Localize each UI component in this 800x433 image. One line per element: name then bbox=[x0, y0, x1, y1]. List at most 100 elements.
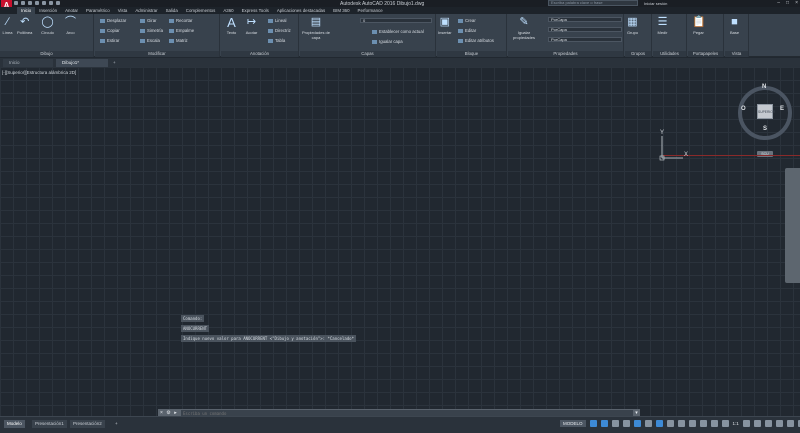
mirror-button[interactable]: Simetría bbox=[140, 28, 163, 33]
otrack-icon[interactable] bbox=[666, 420, 674, 427]
compass-south[interactable]: S bbox=[763, 126, 767, 132]
transparency-icon[interactable] bbox=[688, 420, 696, 427]
tab-model[interactable]: Modelo bbox=[4, 420, 25, 428]
model-space-button[interactable]: MODELO bbox=[560, 420, 586, 427]
match-layer-button[interactable]: Igualar capa bbox=[372, 39, 403, 44]
selection-cycling-icon[interactable] bbox=[699, 420, 707, 427]
tab-layout2[interactable]: Presentación2 bbox=[70, 420, 105, 428]
plus-icon[interactable] bbox=[753, 420, 761, 427]
infer-icon[interactable] bbox=[611, 420, 619, 427]
panel-label-dibujo[interactable]: Dibujo bbox=[0, 51, 93, 57]
close-icon[interactable]: × bbox=[795, 0, 798, 6]
workspace-gear-icon[interactable] bbox=[742, 420, 750, 427]
color-dropdown[interactable]: PorCapa bbox=[548, 17, 622, 22]
move-button[interactable]: Desplazar bbox=[100, 18, 126, 23]
panel-label-grupos[interactable]: Grupos bbox=[625, 51, 651, 57]
panel-label-portapapeles[interactable]: Portapapeles bbox=[688, 51, 723, 57]
new-doc-button[interactable]: + bbox=[111, 59, 120, 67]
print-icon[interactable] bbox=[42, 1, 46, 5]
isodraft-icon[interactable] bbox=[644, 420, 652, 427]
set-current-button[interactable]: Establecer como actual bbox=[372, 29, 424, 34]
scale-button[interactable]: Escala bbox=[140, 38, 160, 43]
panel-label-capas[interactable]: Capas bbox=[300, 51, 435, 57]
paste-button[interactable]: 📋 Pegar bbox=[692, 16, 706, 35]
layer-properties-button[interactable]: ▤ Propiedades de capa bbox=[301, 16, 331, 40]
clean-screen-icon[interactable] bbox=[786, 420, 794, 427]
isolate-icon[interactable] bbox=[764, 420, 772, 427]
array-button[interactable]: Matriz bbox=[169, 38, 188, 43]
fillet-button[interactable]: Empalme bbox=[169, 28, 194, 33]
undo-icon[interactable] bbox=[49, 1, 53, 5]
search-input[interactable]: Escriba palabra clave o frase bbox=[548, 0, 638, 6]
layer-dropdown[interactable]: 0 bbox=[360, 18, 432, 23]
tab-vista[interactable]: Vista bbox=[114, 7, 132, 14]
grid-icon[interactable] bbox=[589, 420, 597, 427]
tab-anotar[interactable]: Anotar bbox=[61, 7, 82, 14]
panel-label-utilidades[interactable]: Utilidades bbox=[653, 51, 686, 57]
navigation-bar[interactable] bbox=[785, 168, 800, 283]
doc-tab-drawing[interactable]: Dibujo1* bbox=[56, 59, 108, 67]
viewport-controls[interactable]: [-][Superior][Estructura alámbrica 2D] bbox=[2, 70, 76, 75]
tab-parametrico[interactable]: Paramétrico bbox=[82, 7, 114, 14]
dimension-button[interactable]: ↦ Acotar bbox=[245, 16, 258, 35]
annotation-visibility-icon[interactable] bbox=[710, 420, 718, 427]
circle-button[interactable]: ◯ Círculo bbox=[41, 16, 54, 35]
saveas-icon[interactable] bbox=[35, 1, 39, 5]
create-block-button[interactable]: Crear bbox=[458, 18, 476, 23]
redo-icon[interactable] bbox=[56, 1, 60, 5]
tab-a360[interactable]: A360 bbox=[219, 7, 237, 14]
rotate-button[interactable]: Girar bbox=[140, 18, 157, 23]
tab-aplicaciones[interactable]: Aplicaciones destacadas bbox=[273, 7, 329, 14]
tab-layout1[interactable]: Presentación1 bbox=[32, 420, 67, 428]
hardware-acceleration-icon[interactable] bbox=[775, 420, 783, 427]
text-button[interactable]: A Texto bbox=[225, 16, 238, 35]
tab-inicio[interactable]: Inicio bbox=[17, 7, 36, 14]
match-properties-button[interactable]: ✎ Igualar propiedades bbox=[509, 16, 539, 40]
tab-salida[interactable]: Salida bbox=[162, 7, 182, 14]
tab-bim360[interactable]: BIM 360 bbox=[329, 7, 353, 14]
drawing-canvas[interactable]: [-][Superior][Estructura alámbrica 2D] bbox=[0, 67, 800, 416]
auto-scale-icon[interactable] bbox=[721, 420, 729, 427]
panel-label-vista[interactable]: Vista bbox=[725, 51, 748, 57]
panel-label-bloque[interactable]: Bloque bbox=[437, 51, 506, 57]
minimize-icon[interactable]: – bbox=[777, 0, 780, 6]
arc-button[interactable]: ⌒ Arco bbox=[64, 16, 77, 35]
tab-administrar[interactable]: Administrar bbox=[131, 7, 161, 14]
group-button[interactable]: ▦ Grupo bbox=[626, 16, 639, 35]
tab-express-tools[interactable]: Express Tools bbox=[238, 7, 273, 14]
edit-attributes-button[interactable]: Editar atributos bbox=[458, 38, 494, 43]
base-view-button[interactable]: ■ Base bbox=[728, 16, 741, 35]
compass-north[interactable]: N bbox=[762, 84, 766, 90]
lineweight-icon[interactable] bbox=[677, 420, 685, 427]
signin-link[interactable]: Iniciar sesión bbox=[644, 1, 667, 6]
insert-button[interactable]: ▣ Insertar bbox=[438, 16, 452, 35]
lineweight-dropdown[interactable]: PorCapa bbox=[548, 37, 622, 42]
annotation-scale[interactable]: 1:1 bbox=[733, 421, 739, 426]
maximize-icon[interactable]: □ bbox=[786, 0, 789, 6]
polar-icon[interactable] bbox=[633, 420, 641, 427]
linetype-dropdown[interactable]: PorCapa bbox=[548, 27, 622, 32]
viewcube[interactable]: N S E O SUPERIOR bbox=[738, 84, 792, 140]
tab-performance[interactable]: Performance bbox=[354, 7, 387, 14]
open-icon[interactable] bbox=[21, 1, 25, 5]
compass-east[interactable]: E bbox=[780, 106, 784, 112]
tab-insercion[interactable]: Inserción bbox=[35, 7, 61, 14]
polyline-button[interactable]: ↶ Polilínea bbox=[17, 16, 32, 35]
panel-label-modificar[interactable]: Modificar bbox=[95, 51, 219, 57]
edit-block-button[interactable]: Editar bbox=[458, 28, 476, 33]
stretch-button[interactable]: Estirar bbox=[100, 38, 119, 43]
panel-label-propiedades[interactable]: Propiedades bbox=[508, 51, 623, 57]
copy-button[interactable]: Copiar bbox=[100, 28, 120, 33]
table-button[interactable]: Tabla bbox=[268, 38, 285, 43]
compass-west[interactable]: O bbox=[741, 106, 746, 112]
snap-icon[interactable] bbox=[600, 420, 608, 427]
new-icon[interactable] bbox=[14, 1, 18, 5]
ortho-icon[interactable] bbox=[622, 420, 630, 427]
panel-label-anotacion[interactable]: Anotación bbox=[221, 51, 298, 57]
tab-complementos[interactable]: Complementos bbox=[182, 7, 220, 14]
viewcube-face[interactable]: SUPERIOR bbox=[757, 104, 775, 119]
wcs-menu[interactable]: SCU bbox=[757, 151, 773, 157]
line-button[interactable]: ∕ Línea bbox=[1, 16, 14, 35]
osnap-icon[interactable] bbox=[655, 420, 663, 427]
leader-button[interactable]: Directriz bbox=[268, 28, 291, 33]
